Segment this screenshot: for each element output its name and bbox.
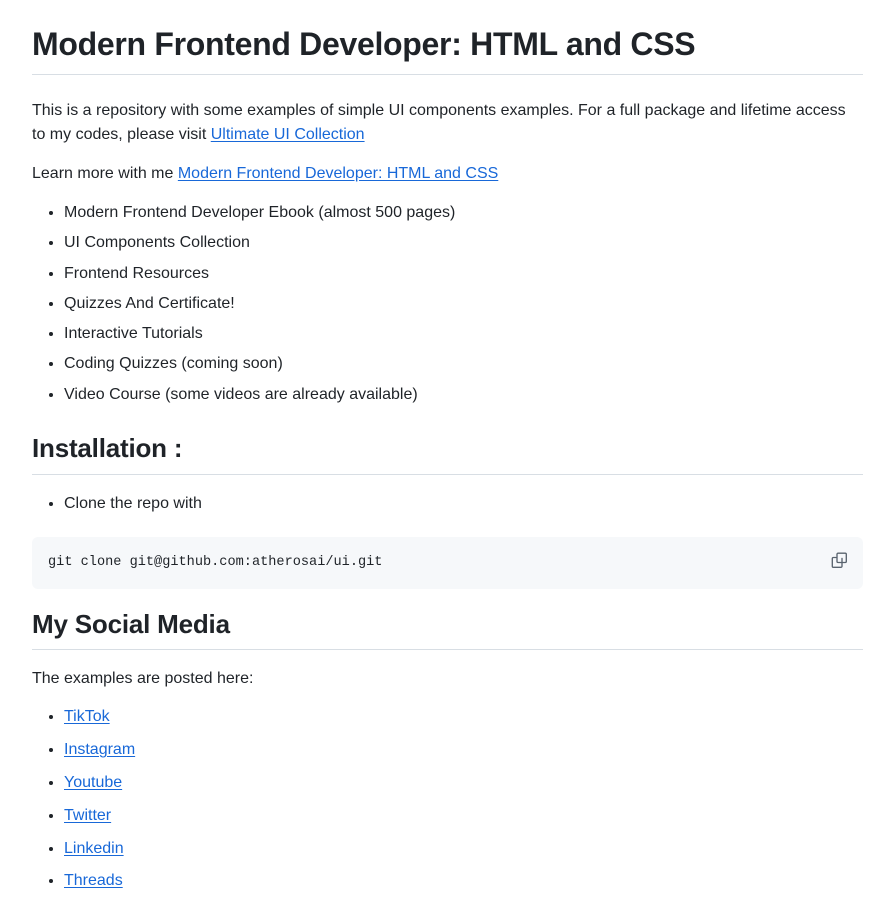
social-link-twitter[interactable]: Twitter	[64, 807, 111, 824]
clone-command[interactable]: git clone git@github.com:atherosai/ui.gi…	[48, 553, 382, 573]
page-title: Modern Frontend Developer: HTML and CSS	[32, 24, 863, 75]
social-link-youtube[interactable]: Youtube	[64, 774, 122, 791]
installation-heading: Installation :	[32, 432, 863, 475]
intro-text: This is a repository with some examples …	[32, 102, 846, 143]
intro-paragraph: This is a repository with some examples …	[32, 99, 863, 147]
installation-steps: Clone the repo with	[32, 492, 863, 517]
code-block: git clone git@github.com:atherosai/ui.gi…	[32, 536, 863, 589]
list-item: UI Components Collection	[64, 231, 863, 256]
social-media-heading: My Social Media	[32, 608, 863, 651]
social-link-list: TikTok Instagram Youtube Twitter Linkedi…	[32, 705, 863, 894]
list-item: Youtube	[64, 771, 863, 796]
list-item: TikTok	[64, 705, 863, 730]
copy-button[interactable]	[823, 545, 855, 577]
list-item: Instagram	[64, 738, 863, 763]
social-intro-paragraph: The examples are posted here:	[32, 670, 254, 688]
list-item: Interactive Tutorials	[64, 322, 863, 347]
readme-page: Modern Frontend Developer: HTML and CSS …	[0, 0, 894, 894]
list-item: Twitter	[64, 804, 863, 829]
feature-list: Modern Frontend Developer Ebook (almost …	[32, 201, 863, 408]
list-item: Video Course (some videos are already av…	[64, 383, 863, 408]
social-link-instagram[interactable]: Instagram	[64, 741, 135, 758]
list-item: Coding Quizzes (coming soon)	[64, 352, 863, 377]
social-link-tiktok[interactable]: TikTok	[64, 708, 110, 725]
learn-more-paragraph: Learn more with me Modern Frontend Devel…	[32, 162, 863, 186]
social-link-threads[interactable]: Threads	[64, 872, 123, 889]
ultimate-ui-collection-link[interactable]: Ultimate UI Collection	[211, 126, 365, 143]
title-block: Modern Frontend Developer: HTML and CSS	[32, 24, 863, 75]
list-item: Modern Frontend Developer Ebook (almost …	[64, 201, 863, 226]
list-item: Frontend Resources	[64, 262, 863, 287]
course-link[interactable]: Modern Frontend Developer: HTML and CSS	[178, 165, 498, 182]
list-item: Clone the repo with	[64, 492, 863, 517]
list-item: Threads	[64, 869, 863, 894]
list-item: Quizzes And Certificate!	[64, 292, 863, 317]
learn-more-text: Learn more with me	[32, 165, 178, 182]
list-item: Linkedin	[64, 837, 863, 862]
social-link-linkedin[interactable]: Linkedin	[64, 840, 124, 857]
copy-icon	[831, 552, 848, 569]
